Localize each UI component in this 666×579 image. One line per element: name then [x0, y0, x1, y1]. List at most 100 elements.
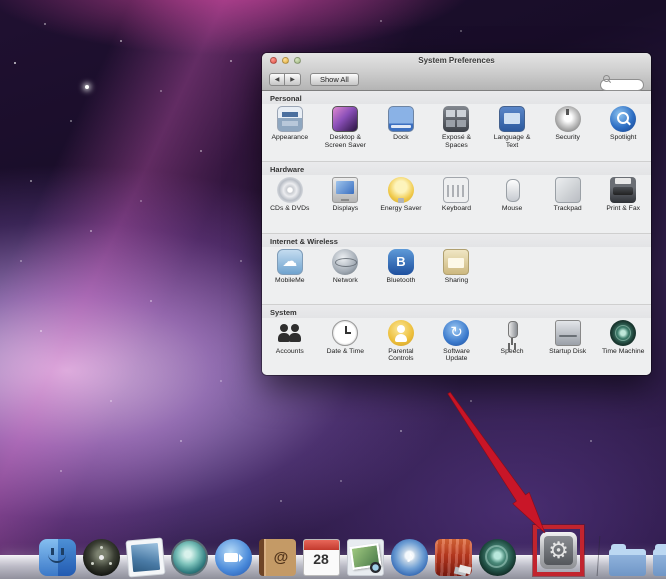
window-title: System Preferences: [262, 53, 651, 68]
timemachine-icon: [610, 320, 636, 346]
pref-item-label: Dock: [378, 134, 424, 142]
pref-item-label: CDs & DVDs: [267, 205, 313, 213]
back-button[interactable]: ◀: [269, 73, 285, 86]
pref-item-software-update[interactable]: Software Update: [429, 320, 485, 363]
pref-item-label: Time Machine: [600, 348, 646, 356]
pref-item-startup-disk[interactable]: Startup Disk: [540, 320, 596, 363]
dock-icon-downloads[interactable]: [653, 549, 666, 576]
pref-item-label: Appearance: [267, 134, 313, 142]
search-field-wrap: [600, 73, 644, 85]
pref-item-energy-saver[interactable]: Energy Saver: [373, 177, 429, 213]
pref-item-security[interactable]: Security: [540, 106, 596, 149]
pref-item-dock[interactable]: Dock: [373, 106, 429, 149]
pref-item-label: Exposé & Spaces: [433, 134, 479, 149]
dock-icon-dashboard[interactable]: [83, 539, 120, 576]
bluetooth-icon: [388, 249, 414, 275]
zoom-button[interactable]: [294, 57, 301, 64]
titlebar[interactable]: System Preferences: [262, 53, 651, 68]
dock-separator: [597, 536, 601, 576]
pref-item-label: Print & Fax: [600, 205, 646, 213]
dock-icon-ical[interactable]: 28: [303, 539, 340, 576]
pref-item-cds-dvds[interactable]: CDs & DVDs: [262, 177, 318, 213]
pref-item-label: Sharing: [433, 277, 479, 285]
section-header-personal: Personal: [262, 91, 651, 104]
pref-item-desktop-screen-saver[interactable]: Desktop & Screen Saver: [318, 106, 374, 149]
dock-icon-mail[interactable]: [125, 537, 165, 577]
ical-date: 28: [304, 551, 339, 567]
section-row: Appearance Desktop & Screen Saver Dock Expo…: [262, 104, 651, 149]
pref-item-label: Displays: [322, 205, 368, 213]
displays-icon: [332, 177, 358, 203]
keyboard-icon: [443, 177, 469, 203]
pref-item-mobileme[interactable]: MobileMe: [262, 249, 318, 285]
starfield: [0, 0, 2, 2]
mouse-icon: [499, 177, 525, 203]
pref-item-label: Spotlight: [600, 134, 646, 142]
pref-item-label: Trackpad: [545, 205, 591, 213]
pref-item-displays[interactable]: Displays: [318, 177, 374, 213]
section-personal: Personal Appearance Desktop & Screen Saver…: [262, 91, 651, 161]
section-row: Accounts Date & Time Parental Controls Soft…: [262, 318, 651, 363]
pref-item-language-text[interactable]: Language & Text: [484, 106, 540, 149]
bright-star: [85, 85, 89, 89]
show-all-button[interactable]: Show All: [310, 73, 359, 86]
language-icon: [499, 106, 525, 132]
pref-item-label: Date & Time: [322, 348, 368, 356]
system-preferences-window: System Preferences ◀ ▶ Show All Personal…: [262, 53, 651, 375]
window-chrome: System Preferences ◀ ▶ Show All: [262, 53, 651, 91]
section-header-hardware: Hardware: [262, 162, 651, 175]
dock-icon-finder[interactable]: [39, 539, 76, 576]
pref-item-parental-controls[interactable]: Parental Controls: [373, 320, 429, 363]
pref-item-time-machine[interactable]: Time Machine: [595, 320, 651, 363]
section-system: SystemAccountsDate & TimeParental Contro…: [262, 304, 651, 375]
pref-item-accounts[interactable]: Accounts: [262, 320, 318, 363]
dock-icon-time-machine[interactable]: [479, 539, 516, 576]
pref-item-label: MobileMe: [267, 277, 313, 285]
dock-highlight-box: [533, 525, 584, 576]
pref-item-trackpad[interactable]: Trackpad: [540, 177, 596, 213]
dock-icon-itunes[interactable]: [391, 539, 428, 576]
pref-item-label: Parental Controls: [378, 348, 424, 363]
pref-item-keyboard[interactable]: Keyboard: [429, 177, 485, 213]
pref-item-appearance[interactable]: Appearance: [262, 106, 318, 149]
pref-item-label: Energy Saver: [378, 205, 424, 213]
pref-item-label: Startup Disk: [545, 348, 591, 356]
nav-buttons: ◀ ▶: [269, 73, 301, 86]
dock-icon-ichat[interactable]: [215, 539, 252, 576]
section-internet-wireless: Internet & WirelessMobileMeNetworkBlueto…: [262, 233, 651, 304]
pref-item-spotlight[interactable]: Spotlight: [595, 106, 651, 149]
preference-sections: Personal Appearance Desktop & Screen Saver…: [262, 91, 651, 375]
pref-item-label: Language & Text: [489, 134, 535, 149]
forward-button[interactable]: ▶: [285, 73, 301, 86]
dock-icon-safari[interactable]: [171, 539, 208, 576]
close-button[interactable]: [270, 57, 277, 64]
print-icon: [610, 177, 636, 203]
parental-icon: [388, 320, 414, 346]
dock-icon-address-book[interactable]: [259, 539, 296, 576]
pref-item-mouse[interactable]: Mouse: [484, 177, 540, 213]
accounts-icon: [277, 320, 303, 346]
pref-item-expos-spaces[interactable]: Exposé & Spaces: [429, 106, 485, 149]
pref-item-print-fax[interactable]: Print & Fax: [595, 177, 651, 213]
desktop-icon: [332, 106, 358, 132]
speech-icon: [499, 320, 525, 346]
pref-item-sharing[interactable]: Sharing: [429, 249, 485, 285]
pref-item-label: Mouse: [489, 205, 535, 213]
pref-item-label: Desktop & Screen Saver: [322, 134, 368, 149]
pref-item-date-time[interactable]: Date & Time: [318, 320, 374, 363]
datetime-icon: [332, 320, 358, 346]
pref-item-speech[interactable]: Speech: [484, 320, 540, 363]
dock-icon-system-preferences[interactable]: [540, 532, 577, 569]
pref-item-network[interactable]: Network: [318, 249, 374, 285]
dock-icon-photo-booth[interactable]: [435, 539, 472, 576]
dock-icon-documents[interactable]: [609, 549, 646, 576]
pref-item-label: Speech: [489, 348, 535, 356]
mobileme-icon: [277, 249, 303, 275]
expose-icon: [443, 106, 469, 132]
appearance-icon: [277, 106, 303, 132]
dock-icon-preview[interactable]: [347, 539, 384, 576]
section-hardware: Hardware CDs & DVDs Displays Energy Saver Ke…: [262, 161, 651, 232]
minimize-button[interactable]: [282, 57, 289, 64]
pref-item-bluetooth[interactable]: Bluetooth: [373, 249, 429, 285]
pref-item-label: Keyboard: [433, 205, 479, 213]
